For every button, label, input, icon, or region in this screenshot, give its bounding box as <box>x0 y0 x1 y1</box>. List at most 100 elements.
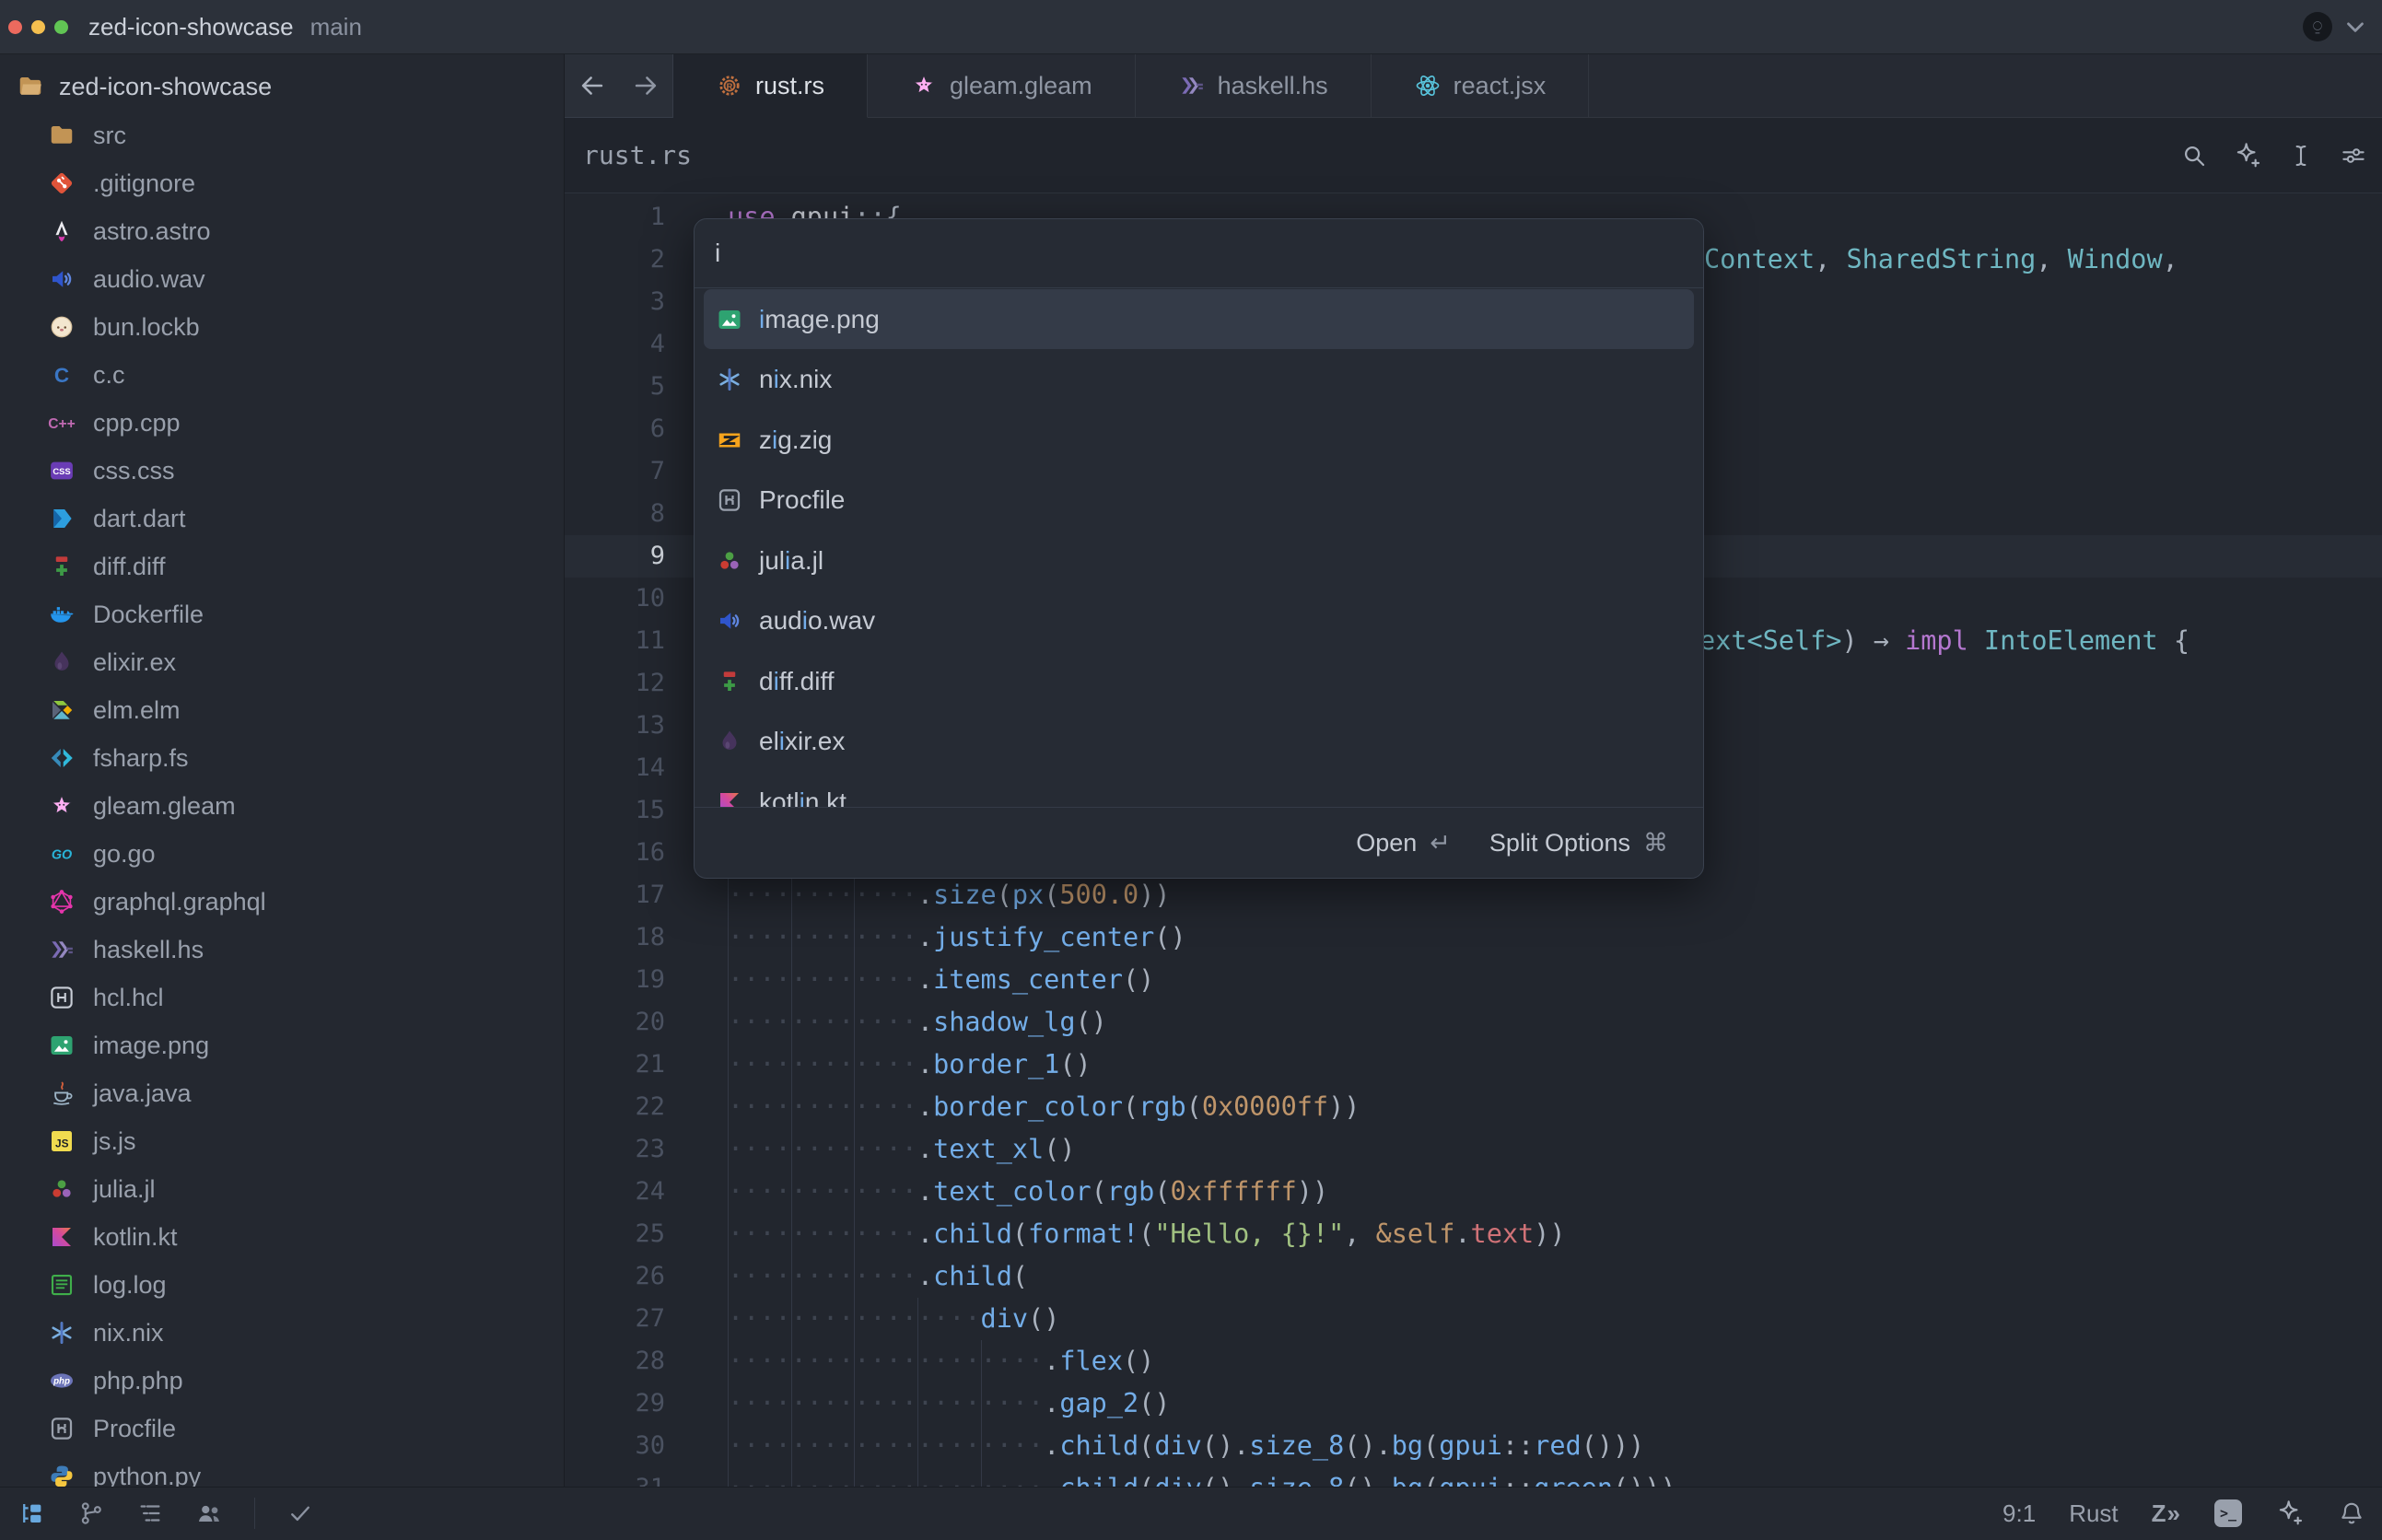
sidebar-item-hcl.hcl[interactable]: hcl.hcl <box>0 974 564 1021</box>
sidebar-item-log.log[interactable]: log.log <box>0 1261 564 1309</box>
sidebar-item-dart.dart[interactable]: dart.dart <box>0 495 564 542</box>
graphql-icon <box>46 888 77 916</box>
finder-item-Procfile[interactable]: Procfile <box>704 471 1694 531</box>
dart-icon <box>46 505 77 532</box>
language-selector[interactable]: Rust <box>2069 1499 2118 1528</box>
cursor-position[interactable]: 9:1 <box>2003 1499 2036 1528</box>
finder-item-nix.nix[interactable]: nix.nix <box>704 350 1694 410</box>
code-line-29[interactable]: 29····················.gap_2() <box>565 1382 2382 1425</box>
sidebar-item-Dockerfile[interactable]: Dockerfile <box>0 590 564 638</box>
line-number: 3 <box>565 281 665 323</box>
git-branch-icon[interactable] <box>77 1499 105 1527</box>
finder-item-image.png[interactable]: image.png <box>704 289 1694 349</box>
sidebar-item-cpp.cpp[interactable]: C++cpp.cpp <box>0 399 564 447</box>
notification-bell-icon[interactable] <box>2338 1499 2365 1527</box>
sidebar-item-php.php[interactable]: phpphp.php <box>0 1357 564 1405</box>
tab-react.jsx[interactable]: react.jsx <box>1372 54 1590 118</box>
outline-panel-icon[interactable] <box>136 1499 164 1527</box>
sidebar-item-audio.wav[interactable]: audio.wav <box>0 255 564 303</box>
code-line-17[interactable]: 17············.size(px(500.0)) <box>565 874 2382 916</box>
project-name[interactable]: zed-icon-showcase <box>88 13 294 41</box>
code-line-20[interactable]: 20············.shadow_lg() <box>565 1001 2382 1044</box>
sidebar-item-image.png[interactable]: image.png <box>0 1021 564 1069</box>
code-line-22[interactable]: 22············.border_color(rgb(0x0000ff… <box>565 1086 2382 1128</box>
edit-prediction-icon[interactable]: Z» <box>2152 1499 2181 1528</box>
avatar[interactable]: ⍜ <box>2303 12 2332 41</box>
sidebar-item-nix.nix[interactable]: nix.nix <box>0 1309 564 1357</box>
sidebar-item-Procfile[interactable]: Procfile <box>0 1405 564 1452</box>
code-line-21[interactable]: 21············.border_1() <box>565 1044 2382 1086</box>
project-panel-toggle-icon[interactable] <box>18 1499 46 1527</box>
inline-assist-sparkle-icon[interactable] <box>2233 141 2262 170</box>
svg-text:GO: GO <box>52 848 72 863</box>
breadcrumb[interactable]: rust.rs <box>583 140 692 170</box>
diagnostics-check-icon[interactable] <box>286 1499 314 1527</box>
sidebar-item-css.css[interactable]: CSScss.css <box>0 447 564 495</box>
sidebar-item-src[interactable]: src <box>0 111 564 159</box>
elm-icon <box>46 696 77 724</box>
split-options-button[interactable]: Split Options ⌘ <box>1489 829 1668 858</box>
navigate-forward-button[interactable] <box>630 70 661 101</box>
sidebar-item-js.js[interactable]: JSjs.js <box>0 1117 564 1165</box>
sidebar-item-julia.jl[interactable]: julia.jl <box>0 1165 564 1213</box>
finder-item-zig.zig[interactable]: zig.zig <box>704 410 1694 470</box>
collab-panel-icon[interactable] <box>195 1499 223 1527</box>
close-window-button[interactable] <box>8 20 22 34</box>
code-text: ····················.gap_2() <box>728 1382 1170 1425</box>
finder-item-kotlin.kt[interactable]: kotlin.kt <box>704 772 1694 807</box>
minimize-window-button[interactable] <box>31 20 45 34</box>
code-line-24[interactable]: 24············.text_color(rgb(0xffffff)) <box>565 1171 2382 1213</box>
code-line-28[interactable]: 28····················.flex() <box>565 1340 2382 1382</box>
chevron-down-icon[interactable] <box>2341 13 2369 41</box>
line-number: 16 <box>565 832 665 874</box>
finder-item-elixir.ex[interactable]: elixir.ex <box>704 712 1694 772</box>
tab-label: gleam.gleam <box>950 72 1092 100</box>
sidebar-item-fsharp.fs[interactable]: fsharp.fs <box>0 734 564 782</box>
sidebar-item-elm.elm[interactable]: elm.elm <box>0 686 564 734</box>
file-finder-query-input[interactable]: i <box>695 219 1703 288</box>
sidebar-item-graphql.graphql[interactable]: graphql.graphql <box>0 878 564 926</box>
finder-item-julia.jl[interactable]: julia.jl <box>704 531 1694 590</box>
git-branch-name[interactable]: main <box>310 13 362 41</box>
finder-item-diff.diff[interactable]: diff.diff <box>704 651 1694 711</box>
maximize-window-button[interactable] <box>54 20 68 34</box>
finder-item-audio.wav[interactable]: audio.wav <box>704 591 1694 651</box>
status-bar: 9:1 Rust Z» >_ <box>0 1487 2382 1540</box>
sidebar-item-c.c[interactable]: Cc.c <box>0 351 564 399</box>
tab-rust.rs[interactable]: Rrust.rs <box>673 54 868 118</box>
ibeam-cursor-icon[interactable] <box>2287 142 2315 169</box>
search-icon[interactable] <box>2180 142 2208 169</box>
fsharp-icon <box>46 744 77 772</box>
terminal-panel-icon[interactable]: >_ <box>2214 1499 2242 1527</box>
sidebar-item-java.java[interactable]: java.java <box>0 1069 564 1117</box>
open-button[interactable]: Open ↵ <box>1356 829 1451 858</box>
sidebar-item-go.go[interactable]: GOgo.go <box>0 830 564 878</box>
tab-gleam.gleam[interactable]: gleam.gleam <box>868 54 1136 118</box>
code-line-31[interactable]: 31····················.child(div().size_… <box>565 1467 2382 1488</box>
tab-bar: Rrust.rs gleam.gleam haskell.hsreact.jsx <box>565 54 2382 118</box>
sidebar-item-gleam.gleam[interactable]: gleam.gleam <box>0 782 564 830</box>
code-line-27[interactable]: 27················div() <box>565 1298 2382 1340</box>
sidebar-item-diff.diff[interactable]: diff.diff <box>0 542 564 590</box>
sidebar-item-elixir.ex[interactable]: elixir.ex <box>0 638 564 686</box>
sidebar-item-bun.lockb[interactable]: bun.lockb <box>0 303 564 351</box>
code-line-18[interactable]: 18············.justify_center() <box>565 916 2382 959</box>
sidebar-item-astro.astro[interactable]: astro.astro <box>0 207 564 255</box>
rust-icon: R <box>716 72 743 99</box>
code-line-23[interactable]: 23············.text_xl() <box>565 1128 2382 1171</box>
navigate-back-button[interactable] <box>577 70 608 101</box>
file-name: image.png <box>93 1032 209 1060</box>
file-name: java.java <box>93 1079 192 1108</box>
project-root-row[interactable]: zed-icon-showcase <box>0 64 564 110</box>
sidebar-item-kotlin.kt[interactable]: kotlin.kt <box>0 1213 564 1261</box>
sidebar-item-.gitignore[interactable]: .gitignore <box>0 159 564 207</box>
sidebar-item-python.py[interactable]: python.py <box>0 1452 564 1488</box>
code-line-26[interactable]: 26············.child( <box>565 1255 2382 1298</box>
code-line-19[interactable]: 19············.items_center() <box>565 959 2382 1001</box>
editor-settings-sliders-icon[interactable] <box>2340 142 2367 169</box>
code-line-25[interactable]: 25············.child(format!("Hello, {}!… <box>565 1213 2382 1255</box>
sidebar-item-haskell.hs[interactable]: haskell.hs <box>0 926 564 974</box>
tab-haskell.hs[interactable]: haskell.hs <box>1136 54 1372 118</box>
assistant-sparkle-icon[interactable] <box>2275 1499 2305 1528</box>
code-line-30[interactable]: 30····················.child(div().size_… <box>565 1425 2382 1467</box>
